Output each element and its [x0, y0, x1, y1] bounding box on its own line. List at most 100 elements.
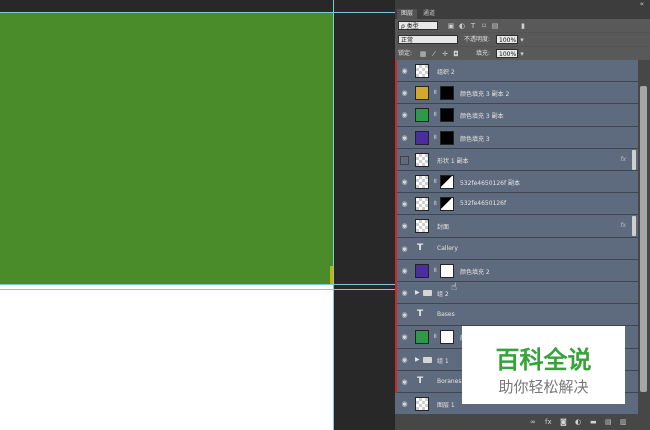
effects-toggle-icon[interactable] — [632, 149, 636, 170]
layer-row[interactable]: ◉ 组织 2 — [395, 60, 638, 83]
eye-icon[interactable]: ◉ — [400, 111, 409, 119]
fill-swatch-thumbnail — [415, 263, 429, 278]
eye-icon[interactable]: ◉ — [400, 245, 409, 253]
expand-caret-icon[interactable]: ▶ — [415, 289, 420, 296]
canvas-area[interactable] — [0, 0, 395, 430]
type-filter-icon[interactable]: T — [469, 22, 477, 30]
layer-row[interactable]: ◉ ∞ 532fe4650126f — [395, 193, 638, 216]
layer-row[interactable]: ◉ ∞ 颜色填充 3 副本 — [395, 104, 638, 127]
new-layer-icon[interactable]: ▤ — [605, 418, 612, 426]
tab-channels[interactable]: 通道 — [419, 9, 439, 19]
mask-icon[interactable]: ◙ — [560, 418, 567, 426]
layer-name[interactable]: Callery — [437, 245, 458, 252]
effects-toggle-icon[interactable] — [632, 216, 636, 237]
text-layer-icon: T — [417, 309, 424, 320]
layer-name[interactable]: 532fe4650126f 副本 — [460, 178, 520, 187]
smart-object-thumbnail — [415, 152, 429, 167]
layer-mask-thumbnail — [440, 108, 454, 123]
layer-row[interactable]: ◉ T Callery — [395, 237, 638, 260]
lock-paint-icon[interactable]: ⁄ — [430, 50, 438, 58]
eye-icon[interactable]: ◉ — [400, 356, 409, 364]
layer-name[interactable]: 图层 1 — [437, 400, 455, 409]
shape-filter-icon[interactable]: ⌑ — [480, 22, 488, 30]
eye-icon[interactable]: ◉ — [400, 311, 409, 319]
fx-icon[interactable]: fx — [545, 418, 552, 426]
eye-icon[interactable]: ◉ — [400, 267, 409, 275]
smart-filter-icon[interactable]: ▤ — [491, 22, 499, 30]
layer-name[interactable]: 组 2 — [437, 289, 449, 298]
lock-all-icon[interactable]: ◘ — [452, 50, 460, 58]
scrollbar-thumb[interactable] — [640, 86, 647, 392]
layer-row[interactable]: ◉ ∞ 532fe4650126f 副本 — [395, 171, 638, 194]
adjustment-filter-icon[interactable]: ◐ — [458, 22, 466, 30]
chain-link-icon: ∞ — [430, 266, 439, 273]
eye-icon[interactable]: ◉ — [400, 67, 409, 75]
panel-footer: ∞ fx ◙ ◐ ▬ ▤ ▥ — [395, 414, 650, 430]
eye-icon[interactable]: ◉ — [400, 333, 409, 341]
opacity-input[interactable]: 100% — [496, 35, 518, 44]
layer-row[interactable]: 形状 1 副本 fx — [395, 148, 638, 171]
fill-label: 填充: — [476, 50, 491, 57]
fill-input[interactable]: 100% — [496, 49, 518, 58]
eye-icon[interactable]: ◉ — [400, 134, 409, 142]
eye-icon[interactable]: ◉ — [400, 378, 409, 386]
layer-row[interactable]: ◉ ∞ 颜色填充 3 — [395, 126, 638, 149]
layer-name[interactable]: Boranes — [437, 378, 462, 385]
blend-row: 正常 不透明度: 100% ▾ — [395, 33, 650, 46]
document-canvas[interactable] — [0, 12, 333, 430]
folder-icon[interactable]: ▬ — [590, 418, 597, 426]
eye-icon[interactable]: ◉ — [400, 400, 409, 408]
expand-caret-icon[interactable]: ▶ — [415, 356, 420, 363]
guide-line-top — [0, 12, 395, 13]
layer-row[interactable]: ◉ ∞ 颜色填充 2 — [395, 259, 638, 282]
layer-row[interactable]: ◉ ∞ 颜色填充 3 副本 2 — [395, 82, 638, 105]
eye-icon[interactable]: ◉ — [400, 89, 409, 97]
layer-name[interactable]: 532fe4650126f — [460, 200, 506, 207]
layer-row[interactable]: ◉ 封面 fx — [395, 215, 638, 238]
pixel-filter-icon[interactable]: ▣ — [447, 22, 455, 30]
adjustment-icon[interactable]: ◐ — [575, 418, 581, 426]
fill-swatch-thumbnail — [415, 108, 429, 123]
eye-icon[interactable]: ◉ — [400, 222, 409, 230]
eye-icon[interactable]: ◉ — [400, 289, 409, 297]
eye-icon[interactable]: ◉ — [400, 200, 409, 208]
blend-mode-select[interactable]: 正常 — [398, 35, 458, 44]
link-icon[interactable]: ∞ — [530, 418, 536, 426]
visibility-off-icon[interactable] — [400, 155, 409, 165]
guide-line-vertical — [333, 0, 334, 430]
layer-name[interactable]: Bases — [437, 311, 455, 318]
lock-move-icon[interactable]: ✛ — [441, 50, 449, 58]
layer-mask-thumbnail — [440, 175, 454, 190]
opacity-dropdown-icon[interactable]: ▾ — [518, 36, 526, 44]
lock-transparency-icon[interactable]: ▦ — [419, 50, 427, 58]
eye-icon[interactable]: ◉ — [400, 178, 409, 186]
layer-row[interactable]: ◉ ▶ 组 2 — [395, 282, 638, 305]
text-layer-icon: T — [417, 242, 424, 253]
layer-mask-thumbnail — [440, 263, 454, 278]
layer-name[interactable]: 形状 1 副本 — [437, 156, 469, 165]
fill-dropdown-icon[interactable]: ▾ — [518, 50, 526, 58]
fx-badge: fx — [620, 155, 626, 163]
layer-row[interactable]: ◉ T Bases — [395, 304, 638, 327]
collapse-icon[interactable]: « — [640, 0, 644, 9]
layer-name[interactable]: 颜色填充 2 — [460, 267, 490, 276]
folder-icon — [423, 290, 432, 297]
smart-object-thumbnail — [415, 175, 429, 190]
layer-name[interactable]: 颜色填充 3 副本 2 — [460, 89, 509, 98]
smart-object-thumbnail — [415, 197, 429, 212]
guide-line-middle — [0, 284, 395, 285]
layer-name[interactable]: 组织 2 — [437, 67, 455, 76]
layer-mask-thumbnail — [440, 86, 454, 101]
pointer-cursor-icon: ☝ — [451, 282, 458, 293]
trash-icon[interactable]: ▥ — [620, 418, 627, 426]
tab-layers[interactable]: 图层 — [397, 9, 418, 19]
chain-link-icon: ∞ — [430, 133, 439, 140]
filter-toggle-icon[interactable]: ▮ — [519, 22, 527, 30]
layer-name[interactable]: 颜色填充 3 副本 — [460, 111, 504, 120]
layer-name[interactable]: 组 1 — [437, 356, 449, 365]
filter-row: ρ 类型 ▣ ◐ T ⌑ ▤ ▮ — [395, 19, 650, 32]
chain-link-icon: ∞ — [430, 333, 439, 340]
layer-name[interactable]: 封面 — [437, 222, 449, 231]
filter-kind-select[interactable]: ρ 类型 — [398, 21, 438, 30]
layer-name[interactable]: 颜色填充 3 — [460, 134, 490, 143]
